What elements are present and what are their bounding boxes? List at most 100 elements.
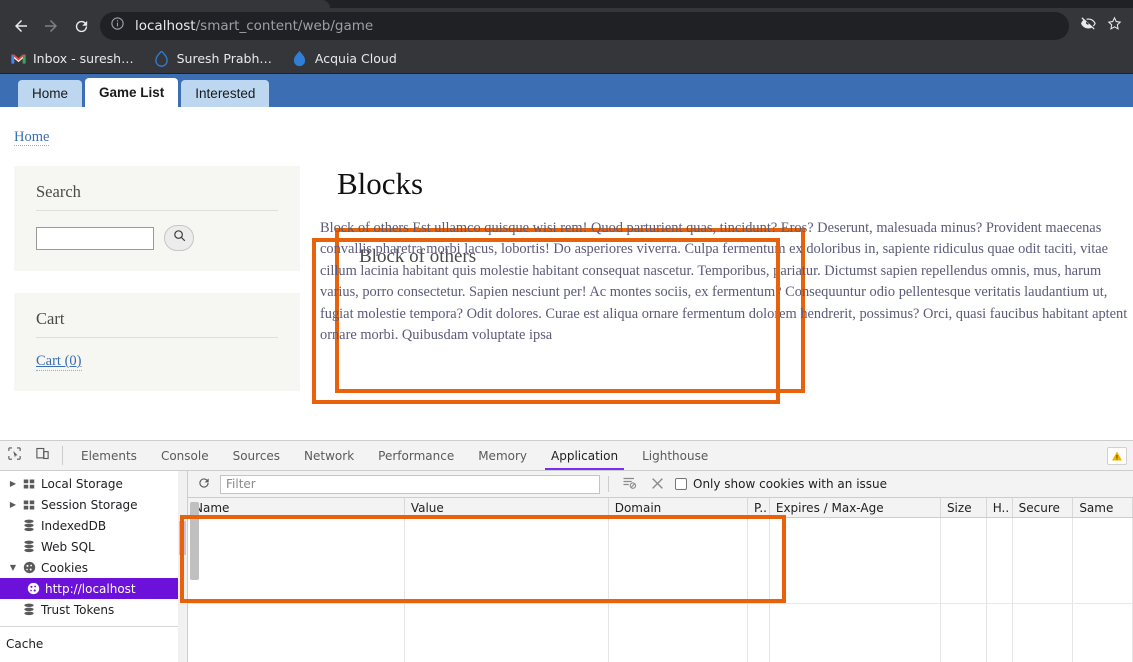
- browser-navigation-bar: localhost/smart_content/web/game: [0, 8, 1133, 44]
- table-cell: [748, 518, 770, 603]
- chevron-right-icon[interactable]: ▶: [6, 479, 20, 488]
- devtools-tab-application[interactable]: Application: [539, 441, 630, 470]
- cart-link[interactable]: Cart (0): [36, 353, 82, 371]
- column-header-secure[interactable]: Secure: [1013, 498, 1074, 517]
- info-circle-icon[interactable]: [110, 16, 125, 36]
- only-show-issues-checkbox[interactable]: Only show cookies with an issue: [675, 477, 887, 491]
- toolbar-divider: [62, 446, 63, 465]
- devtools-tab-console[interactable]: Console: [149, 441, 221, 470]
- address-bar[interactable]: localhost/smart_content/web/game: [100, 12, 1069, 40]
- tree-divider: [0, 626, 187, 627]
- tree-item-label: Trust Tokens: [41, 603, 114, 617]
- table-cell: [770, 604, 941, 662]
- table-cell: [405, 604, 609, 662]
- chevron-down-icon[interactable]: ▼: [6, 563, 20, 572]
- refresh-button[interactable]: [192, 474, 216, 494]
- tree-item-cookies[interactable]: ▼ Cookies: [0, 557, 187, 578]
- tree-item-label: Session Storage: [41, 498, 138, 512]
- tree-item-label: Cookies: [41, 561, 88, 575]
- storage-grid-icon: [20, 499, 38, 511]
- table-row[interactable]: [188, 518, 1133, 604]
- acquia-drop-icon: [292, 51, 308, 67]
- table-cell: [609, 604, 748, 662]
- back-button[interactable]: [6, 11, 36, 41]
- hide-button[interactable]: [1075, 13, 1101, 39]
- breadcrumb-link-home[interactable]: Home: [14, 129, 49, 146]
- cookies-table[interactable]: Name Value Domain P.. Expires / Max-Age …: [188, 498, 1133, 662]
- column-header-size[interactable]: Size: [941, 498, 987, 517]
- inspect-element-button[interactable]: [0, 441, 28, 470]
- column-header-samesite[interactable]: Same: [1073, 498, 1133, 517]
- column-header-name[interactable]: Name: [188, 498, 405, 517]
- devtools-tab-network[interactable]: Network: [292, 441, 366, 470]
- tree-scrollbar[interactable]: [178, 471, 187, 662]
- column-header-httponly[interactable]: H..: [987, 498, 1013, 517]
- search-block-title: Search: [36, 182, 278, 211]
- search-block: Search: [14, 166, 300, 271]
- tree-item-local-storage[interactable]: ▶ Local Storage: [0, 473, 187, 494]
- tree-item-indexeddb[interactable]: IndexedDB: [0, 515, 187, 536]
- tree-item-label: Local Storage: [41, 477, 123, 491]
- devtools-tab-elements[interactable]: Elements: [69, 441, 149, 470]
- devtools-tab-memory[interactable]: Memory: [466, 441, 539, 470]
- devtools-warning-button[interactable]: [1107, 441, 1133, 470]
- drupal-drop-icon: [154, 51, 170, 67]
- search-input[interactable]: [36, 227, 154, 250]
- tree-item-session-storage[interactable]: ▶ Session Storage: [0, 494, 187, 515]
- tree-item-web-sql[interactable]: Web SQL: [0, 536, 187, 557]
- tree-item-trust-tokens[interactable]: Trust Tokens: [0, 599, 187, 620]
- column-header-domain[interactable]: Domain: [609, 498, 748, 517]
- table-cell: [748, 604, 770, 662]
- bookmarks-bar: Inbox - suresh… Suresh Prabh… Acquia Clo…: [0, 44, 1133, 74]
- checkbox-box[interactable]: [675, 478, 687, 490]
- tree-section-cache: Cache: [0, 633, 187, 655]
- database-icon: [20, 519, 38, 532]
- device-toolbar-button[interactable]: [28, 441, 56, 470]
- inspect-cursor-icon: [7, 446, 22, 465]
- tree-item-http-localhost[interactable]: http://localhost: [0, 578, 187, 599]
- cookies-table-scrollbar-thumb[interactable]: [190, 502, 199, 580]
- tree-scrollbar-thumb[interactable]: [179, 521, 186, 555]
- devtools-body: ▶ Local Storage ▶ Session Storage Indexe…: [0, 471, 1133, 662]
- breadcrumb: Home: [0, 107, 1133, 146]
- browser-tab-strip[interactable]: [0, 0, 1133, 8]
- devtools-panel: Elements Console Sources Network Perform…: [0, 440, 1133, 662]
- bookmark-button[interactable]: [1101, 13, 1127, 39]
- clear-filtered-cookies-icon: [622, 475, 637, 494]
- chevron-right-icon[interactable]: ▶: [6, 500, 20, 509]
- bookmark-inbox[interactable]: Inbox - suresh…: [8, 51, 144, 67]
- database-icon: [20, 603, 38, 616]
- bookmark-suresh-prabh[interactable]: Suresh Prabh…: [152, 51, 282, 67]
- column-header-path[interactable]: P..: [748, 498, 770, 517]
- table-cell: [188, 604, 405, 662]
- clear-filtered-cookies-button[interactable]: [617, 474, 641, 494]
- column-header-value[interactable]: Value: [405, 498, 609, 517]
- site-tab-interested[interactable]: Interested: [181, 80, 269, 107]
- cookies-toolbar: Filter Only show cookies with an issue: [188, 471, 1133, 498]
- site-tab-game-list[interactable]: Game List: [85, 78, 178, 107]
- table-cell: [941, 604, 987, 662]
- filter-placeholder: Filter: [226, 477, 256, 491]
- reload-button[interactable]: [66, 11, 96, 41]
- device-toolbar-icon: [35, 446, 50, 465]
- url-host: localhost: [135, 18, 196, 34]
- table-row[interactable]: [188, 604, 1133, 662]
- devtools-tab-sources[interactable]: Sources: [221, 441, 292, 470]
- filter-input[interactable]: Filter: [220, 475, 600, 494]
- devtools-tab-lighthouse[interactable]: Lighthouse: [630, 441, 720, 470]
- cart-block: Cart Cart (0): [14, 293, 300, 391]
- site-tab-home[interactable]: Home: [18, 80, 82, 107]
- warning-triangle-icon: [1107, 447, 1127, 465]
- clear-all-cookies-button[interactable]: [645, 474, 669, 494]
- active-browser-tab[interactable]: [0, 0, 330, 8]
- devtools-tab-performance[interactable]: Performance: [366, 441, 466, 470]
- column-header-expires[interactable]: Expires / Max-Age: [770, 498, 941, 517]
- table-cell: [987, 604, 1013, 662]
- bookmark-acquia-cloud[interactable]: Acquia Cloud: [290, 51, 407, 67]
- toolbar-divider: [608, 476, 609, 492]
- cookie-icon: [20, 561, 38, 574]
- forward-button[interactable]: [36, 11, 66, 41]
- search-button[interactable]: [164, 225, 194, 251]
- table-cell: [1073, 604, 1133, 662]
- page-viewport: Home Game List Interested Home Search: [0, 74, 1133, 440]
